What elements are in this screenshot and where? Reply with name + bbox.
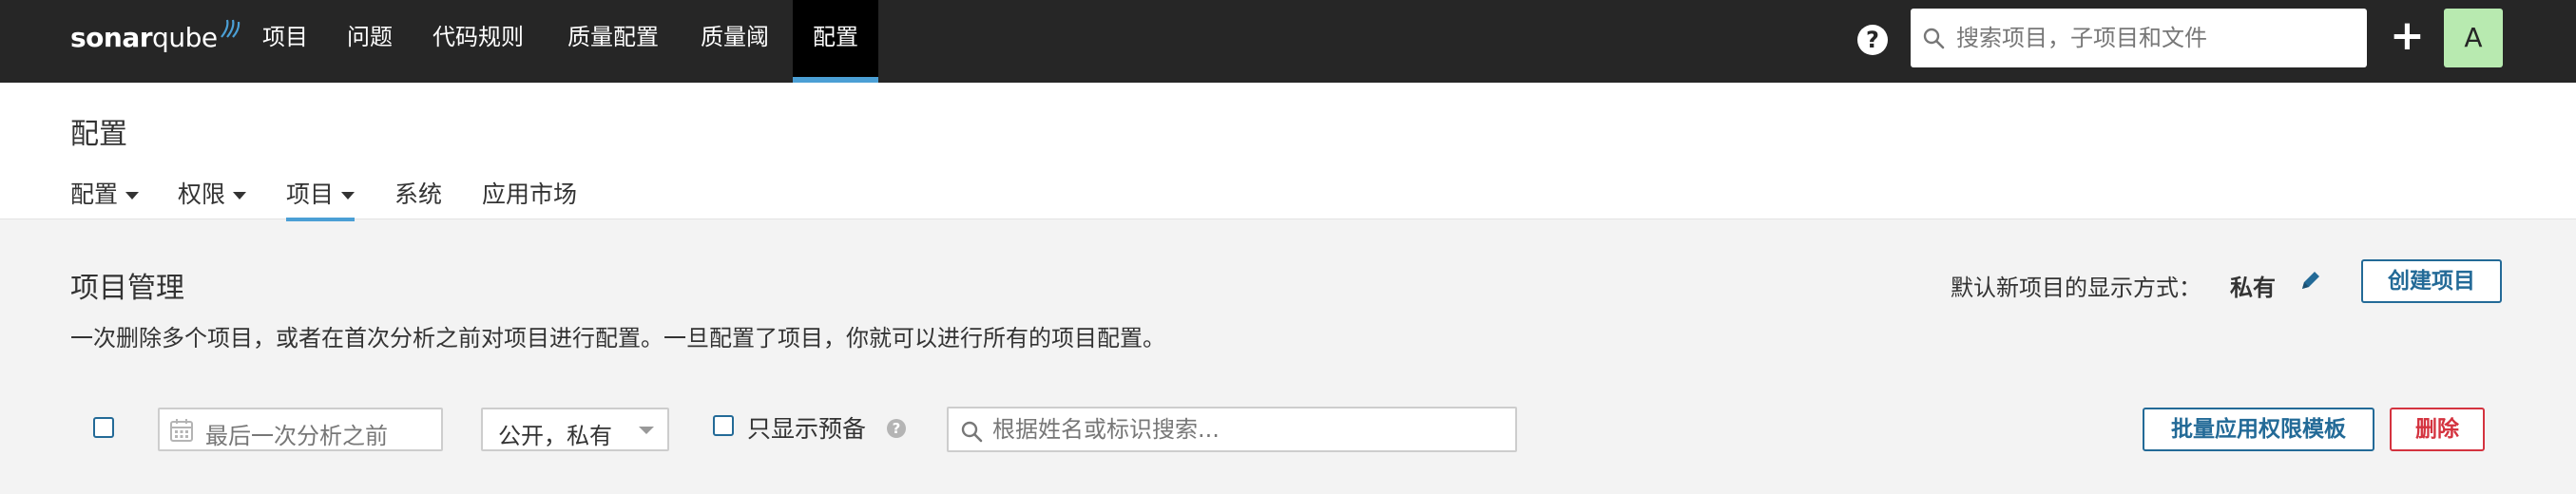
pencil-icon[interactable] [2298,268,2323,293]
nav-quality-profiles[interactable]: 质量配置 [548,0,678,83]
nav-issues[interactable]: 问题 [328,0,412,83]
delete-button[interactable]: 删除 [2390,408,2485,451]
section-title: 项目管理 [70,272,184,305]
chevron-down-icon [341,192,356,200]
tab-marketplace[interactable]: 应用市场 [482,176,577,218]
tab-projects-label: 项目 [286,180,335,208]
help-icon[interactable]: ? [887,419,906,438]
provisioned-only-checkbox[interactable] [713,415,734,436]
avatar[interactable]: A [2444,9,2503,67]
chevron-down-icon [639,427,654,434]
project-search[interactable] [947,407,1517,452]
calendar-icon [170,419,193,442]
nav-rules[interactable]: 代码规则 [413,0,543,83]
chevron-down-icon [233,192,247,200]
create-project-button[interactable]: 创建项目 [2361,259,2502,303]
nav-quality-gates[interactable]: 质量阈 [682,0,788,83]
analyzed-before-date-input[interactable]: 最后一次分析之前 [158,408,443,451]
help-circle-icon[interactable]: ? [1857,25,1888,55]
sonarqube-logo[interactable]: sonarqube [70,13,240,61]
global-search[interactable] [1911,9,2367,67]
plus-icon[interactable]: + [2390,15,2425,57]
date-input-placeholder: 最后一次分析之前 [205,423,388,449]
tab-settings-label: 配置 [70,180,119,208]
page-header: 配置 配置 权限 项目 系统 应用市场 [0,83,2576,221]
search-icon [961,421,983,443]
logo-waves-icon [220,19,240,38]
select-all-checkbox[interactable] [93,417,114,438]
global-search-input[interactable] [1956,9,2355,67]
visibility-select-value: 公开，私有 [498,423,612,449]
page-title: 配置 [70,118,127,151]
global-navbar: sonarqube 项目 问题 代码规则 质量配置 质量阈 配置 ? + A [0,0,2576,83]
chevron-down-icon [125,192,140,200]
tab-settings[interactable]: 配置 [70,176,140,218]
logo-text: sonarqube [70,21,218,53]
search-icon [1923,28,1945,49]
section-description: 一次删除多个项目，或者在首次分析之前对项目进行配置。一旦配置了项目，你就可以进行… [70,325,1165,352]
bulk-apply-permission-template-button[interactable]: 批量应用权限模板 [2143,408,2374,451]
visibility-select[interactable]: 公开，私有 [481,408,669,451]
default-visibility-label: 默认新项目的显示方式： [1951,275,2201,301]
tab-system[interactable]: 系统 [394,176,442,218]
nav-administration[interactable]: 配置 [793,0,878,83]
tab-projects[interactable]: 项目 [286,176,356,221]
default-visibility-value: 私有 [2230,275,2276,301]
project-search-input[interactable] [992,408,1506,450]
tab-security[interactable]: 权限 [178,176,247,218]
nav-projects[interactable]: 项目 [243,0,327,83]
tab-security-label: 权限 [178,180,226,208]
provisioned-only-label[interactable]: 只显示预备 [747,410,866,445]
